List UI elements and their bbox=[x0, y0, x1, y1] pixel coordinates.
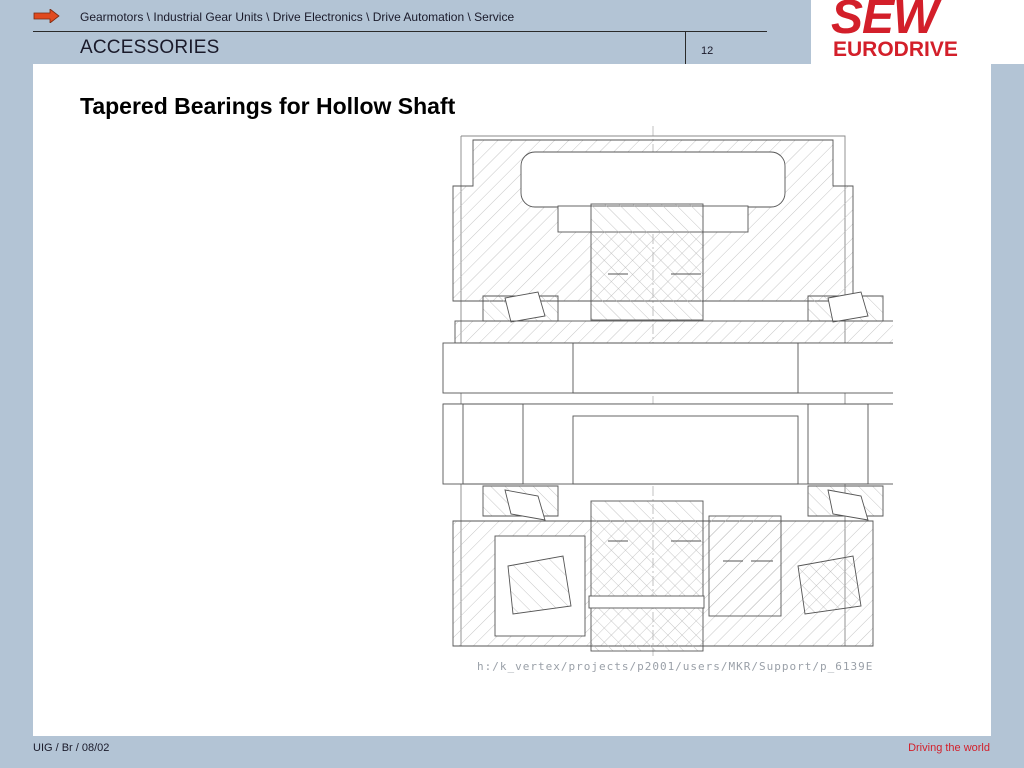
breadcrumb[interactable]: Gearmotors \ Industrial Gear Units \ Dri… bbox=[80, 10, 514, 24]
header-rule bbox=[33, 31, 767, 32]
page-divider bbox=[685, 32, 686, 64]
logo-eurodrive: EURODRIVE bbox=[833, 38, 958, 61]
page-number: 12 bbox=[701, 45, 714, 57]
logo-sew: SEW bbox=[831, 0, 938, 44]
content-panel: Tapered Bearings for Hollow Shaft h:/k_v… bbox=[33, 64, 991, 736]
sew-eurodrive-logo: SEW EURODRIVE bbox=[811, 0, 1024, 64]
arrow-right-icon[interactable] bbox=[33, 9, 60, 23]
drawing-file-path: h:/k_vertex/projects/p2001/users/MKR/Sup… bbox=[477, 660, 874, 673]
section-title: ACCESSORIES bbox=[80, 37, 220, 58]
footer-tagline: Driving the world bbox=[908, 742, 990, 754]
footer-left-text: UIG / Br / 08/02 bbox=[33, 742, 110, 754]
bearing-cross-section-drawing bbox=[442, 126, 893, 656]
slide-title: Tapered Bearings for Hollow Shaft bbox=[80, 93, 456, 119]
